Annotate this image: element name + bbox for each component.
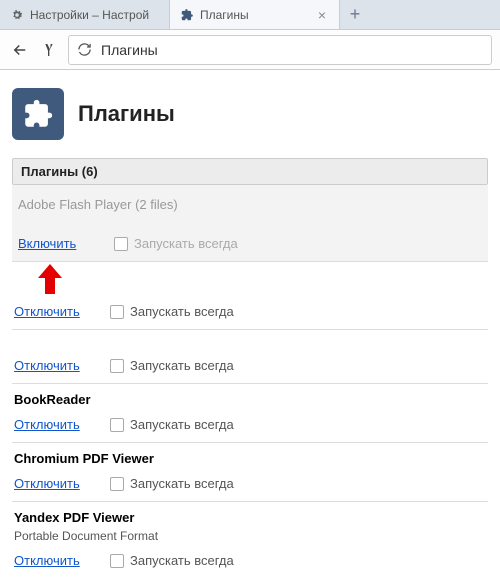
- disable-link[interactable]: Отключить: [14, 358, 92, 373]
- always-run-toggle[interactable]: Запускать всегда: [114, 236, 238, 251]
- page-content: Плагины Плагины (6) Adobe Flash Player (…: [0, 70, 500, 578]
- plugin-subtitle: Portable Document Format: [12, 529, 488, 547]
- close-icon[interactable]: ×: [315, 8, 329, 22]
- page-title: Плагины: [78, 101, 175, 127]
- checkbox[interactable]: [110, 305, 124, 319]
- address-bar[interactable]: Плагины: [68, 35, 492, 65]
- plugin-item: Отключить Запускать всегда: [12, 298, 488, 330]
- gear-icon: [10, 8, 24, 22]
- plugin-name: Adobe Flash Player (2 files): [16, 193, 484, 216]
- tab-plugins[interactable]: Плагины ×: [170, 0, 340, 29]
- always-run-toggle[interactable]: Запускать всегда: [110, 358, 234, 373]
- always-run-toggle[interactable]: Запускать всегда: [110, 304, 234, 319]
- new-tab-button[interactable]: +: [340, 0, 370, 29]
- yandex-home-button[interactable]: [38, 38, 62, 62]
- plugin-name: BookReader: [12, 388, 488, 411]
- disable-link[interactable]: Отключить: [14, 553, 92, 568]
- plugin-item: Yandex PDF Viewer Portable Document Form…: [12, 506, 488, 578]
- address-text: Плагины: [101, 42, 158, 58]
- pointer-arrow-icon: [40, 266, 60, 294]
- plugin-item: Chromium PDF Viewer Отключить Запускать …: [12, 447, 488, 502]
- disable-link[interactable]: Отключить: [14, 304, 92, 319]
- tab-title: Плагины: [200, 8, 309, 22]
- tab-bar: Настройки – Настрой Плагины × +: [0, 0, 500, 30]
- plugin-item: Adobe Flash Player (2 files) Включить За…: [12, 185, 488, 262]
- tab-title: Настройки – Настрой: [30, 8, 159, 22]
- always-run-toggle[interactable]: Запускать всегда: [110, 553, 234, 568]
- checkbox[interactable]: [110, 418, 124, 432]
- checkbox[interactable]: [110, 554, 124, 568]
- section-header: Плагины (6): [12, 158, 488, 185]
- enable-link[interactable]: Включить: [18, 236, 96, 251]
- checkbox[interactable]: [114, 237, 128, 251]
- nav-bar: Плагины: [0, 30, 500, 70]
- plugin-name: Chromium PDF Viewer: [12, 447, 488, 470]
- reload-icon[interactable]: [75, 41, 93, 59]
- tab-settings[interactable]: Настройки – Настрой: [0, 0, 170, 29]
- plugin-name: Yandex PDF Viewer: [12, 506, 488, 529]
- always-run-toggle[interactable]: Запускать всегда: [110, 417, 234, 432]
- checkbox[interactable]: [110, 359, 124, 373]
- always-run-toggle[interactable]: Запускать всегда: [110, 476, 234, 491]
- back-button[interactable]: [8, 38, 32, 62]
- page-header: Плагины: [12, 80, 488, 158]
- plugin-item: BookReader Отключить Запускать всегда: [12, 388, 488, 443]
- plugin-item: Отключить Запускать всегда: [12, 352, 488, 384]
- plugins-logo: [12, 88, 64, 140]
- puzzle-icon: [180, 8, 194, 22]
- disable-link[interactable]: Отключить: [14, 476, 92, 491]
- disable-link[interactable]: Отключить: [14, 417, 92, 432]
- checkbox[interactable]: [110, 477, 124, 491]
